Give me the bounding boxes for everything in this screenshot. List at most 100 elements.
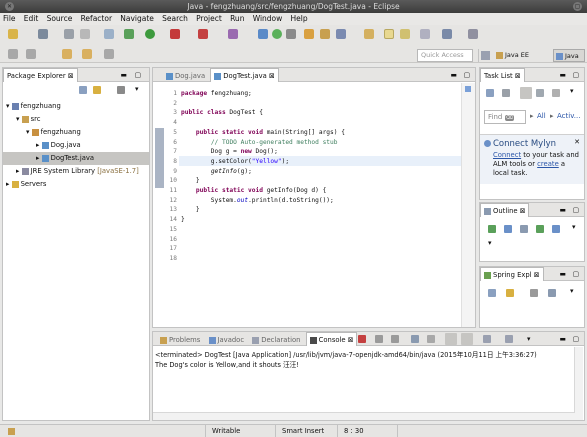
view-menu-icon[interactable]: ▾ (570, 287, 574, 295)
task-find-input[interactable]: Find ⌫ (484, 110, 526, 124)
link-with-editor-icon[interactable] (506, 289, 514, 297)
hide-completed-icon[interactable] (536, 89, 544, 97)
new-package-icon[interactable] (258, 29, 268, 39)
previous-annotation-icon[interactable] (26, 49, 36, 59)
new-icon[interactable] (8, 29, 18, 39)
open-type-icon[interactable] (304, 29, 314, 39)
collapse-all-icon[interactable] (552, 89, 560, 97)
minimize-icon[interactable]: ▬ (560, 68, 566, 82)
maximize-icon[interactable]: ▢ (573, 68, 579, 82)
pin-editor-icon[interactable] (442, 29, 452, 39)
expand-arrow-icon[interactable]: ▾ (6, 102, 9, 110)
close-icon[interactable]: ⊠ (515, 72, 521, 80)
save-all-icon[interactable] (80, 29, 90, 39)
minimize-icon[interactable]: ▬ (560, 332, 566, 346)
new-class-icon[interactable] (272, 29, 282, 39)
run-icon[interactable] (145, 29, 155, 39)
minimize-icon[interactable]: ▬ (560, 267, 566, 281)
overview-ruler[interactable] (461, 83, 475, 327)
save-icon[interactable] (38, 29, 48, 39)
menu-help[interactable]: Help (288, 13, 311, 25)
tree-item-jre[interactable]: ▸ JRE System Library [JavaSE-1.7] (6, 165, 149, 178)
all-link[interactable]: All (537, 112, 546, 120)
maximize-window-icon[interactable]: ▢ (573, 2, 582, 11)
collapse-all-icon[interactable] (488, 289, 496, 297)
tree-item-dog-java[interactable]: ▸ Dog.java (6, 139, 149, 152)
tab-problems[interactable]: Problems (157, 333, 203, 347)
expand-arrow-icon[interactable]: ▾ (16, 115, 19, 123)
tab-declaration[interactable]: Declaration (249, 333, 303, 347)
toggle-mark-occurrences-icon[interactable] (384, 29, 394, 39)
play-icon-2[interactable]: ▸ (550, 112, 554, 120)
next-annotation-icon[interactable] (8, 49, 18, 59)
menu-search[interactable]: Search (159, 13, 191, 25)
tab-task-list[interactable]: Task List ⊠ (480, 68, 525, 82)
open-task-icon[interactable] (320, 29, 330, 39)
menu-edit[interactable]: Edit (21, 13, 42, 25)
menu-file[interactable]: File (0, 13, 19, 25)
tree-item-servers[interactable]: ▸ Servers (6, 178, 149, 191)
minimize-icon[interactable]: ▬ (451, 68, 457, 82)
hide-fields-icon[interactable] (504, 225, 512, 233)
menu-project[interactable]: Project (193, 13, 225, 25)
toggle-block-selection-icon[interactable] (400, 29, 410, 39)
collapse-arrow-icon[interactable]: ▸ (16, 167, 19, 175)
tab-dog-java[interactable]: Dog.java (163, 69, 208, 83)
remove-launch-icon[interactable] (375, 335, 383, 343)
show-whitespace-icon[interactable] (420, 29, 430, 39)
hide-local-types-icon[interactable] (552, 225, 560, 233)
console-content[interactable]: <terminated> DogTest [Java Application] … (153, 346, 584, 374)
menu-window[interactable]: Window (250, 13, 286, 25)
expand-arrow-icon[interactable]: ▾ (26, 128, 29, 136)
display-console-icon[interactable] (483, 335, 491, 343)
new-interface-icon[interactable] (286, 29, 296, 39)
last-edit-location-icon[interactable] (62, 49, 72, 59)
refresh-icon[interactable] (548, 289, 556, 297)
maximize-icon[interactable]: ▢ (573, 267, 579, 281)
chevron-down-icon[interactable]: ▾ (488, 239, 492, 247)
annotation-icon[interactable] (364, 29, 374, 39)
close-icon[interactable]: ⊠ (348, 336, 354, 344)
maximize-icon[interactable]: ▢ (464, 68, 470, 82)
tab-outline[interactable]: Outline ⊠ (480, 203, 530, 217)
open-console-icon[interactable] (505, 335, 513, 343)
tab-spring-explorer[interactable]: Spring Expl ⊠ (480, 267, 544, 281)
show-on-output-icon[interactable] (445, 333, 457, 345)
search-icon[interactable] (336, 29, 346, 39)
menu-refactor[interactable]: Refactor (78, 13, 115, 25)
collapse-arrow-icon[interactable]: ▸ (6, 180, 9, 188)
forward-icon[interactable] (104, 49, 114, 59)
collapse-arrow-icon[interactable]: ▸ (36, 154, 39, 162)
tree-item-dogtest-java[interactable]: ▸ DogTest.java (3, 152, 149, 165)
create-link[interactable]: create (537, 160, 559, 168)
menu-run[interactable]: Run (227, 13, 247, 25)
perspective-java-ee[interactable]: Java EE (494, 49, 529, 62)
scheduled-icon[interactable] (520, 87, 532, 99)
maximize-icon[interactable]: ▢ (573, 332, 579, 346)
sort-icon[interactable] (488, 225, 496, 233)
remove-all-icon[interactable] (391, 335, 399, 343)
minimize-icon[interactable]: ▬ (121, 68, 127, 82)
categorized-icon[interactable] (502, 89, 510, 97)
chevron-down-icon[interactable]: ▾ (135, 85, 139, 93)
minimize-icon[interactable]: ▬ (560, 203, 566, 217)
clear-icon[interactable]: ⌫ (504, 115, 514, 121)
maximize-icon[interactable]: ▢ (573, 203, 579, 217)
link-with-editor-icon[interactable] (93, 86, 101, 94)
clear-console-icon[interactable] (411, 335, 419, 343)
quick-access-input[interactable]: Quick Access (417, 49, 473, 62)
connect-link[interactable]: Connect (493, 151, 521, 159)
hide-nonpublic-icon[interactable] (536, 225, 544, 233)
vertical-scrollbar[interactable] (574, 347, 583, 420)
new-task-icon[interactable] (486, 89, 494, 97)
run-external-icon[interactable] (170, 29, 180, 39)
horizontal-scrollbar[interactable] (153, 412, 575, 420)
tab-javadoc[interactable]: Javadoc (206, 333, 248, 347)
play-icon[interactable]: ▸ (530, 112, 534, 120)
collapse-arrow-icon[interactable]: ▸ (36, 141, 39, 149)
perspective-java[interactable]: Java (553, 49, 585, 62)
close-icon[interactable]: ⊠ (534, 271, 540, 279)
tab-dogtest-java[interactable]: DogTest.java ⊠ (210, 68, 279, 82)
close-icon[interactable]: ⊠ (269, 72, 275, 80)
code-text[interactable]: package fengzhuang; public class DogTest… (181, 89, 345, 225)
